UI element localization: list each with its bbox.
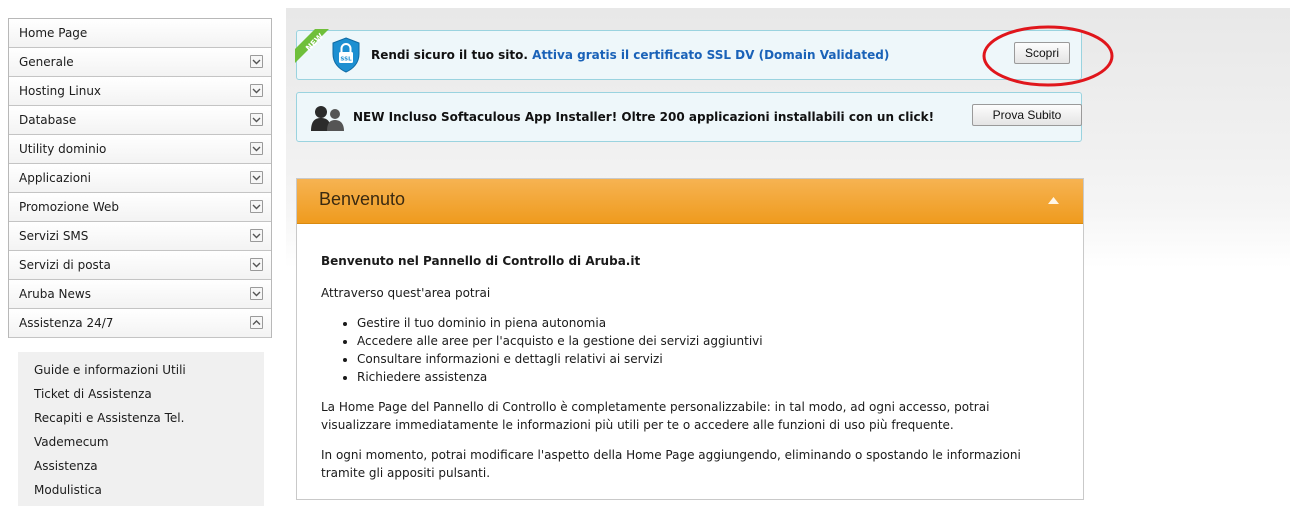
welcome-paragraph-2: In ogni momento, potrai modificare l'asp… <box>321 448 1021 480</box>
sidebar-item-database[interactable]: Database <box>9 106 271 135</box>
submenu-item[interactable]: Guide e informazioni Utili <box>18 358 264 382</box>
ssl-activate-link[interactable]: Attiva gratis il certificato SSL DV (Dom… <box>532 48 889 62</box>
softaculous-banner: NEW Incluso Softaculous App Installer! O… <box>296 92 1082 142</box>
sidebar-item-hosting-linux[interactable]: Hosting Linux <box>9 77 271 106</box>
sidebar-item-label: Database <box>19 113 77 127</box>
sidebar-item-assistenza-24-7[interactable]: Assistenza 24/7 <box>9 309 271 338</box>
submenu-item[interactable]: Vademecum <box>18 430 264 454</box>
sidebar-item-label: Generale <box>19 55 74 69</box>
chevron-up-icon[interactable] <box>250 316 263 329</box>
submenu-item[interactable]: Recapiti e Assistenza Tel. <box>18 406 264 430</box>
chevron-down-icon[interactable] <box>250 229 263 242</box>
welcome-bullet-list: Gestire il tuo dominio in piena autonomi… <box>321 314 1059 386</box>
welcome-paragraph-1: La Home Page del Pannello di Controllo è… <box>321 400 990 432</box>
sidebar-item-label: Promozione Web <box>19 200 120 214</box>
chevron-down-icon[interactable] <box>250 84 263 97</box>
welcome-bullet-item: Consultare informazioni e dettagli relat… <box>357 350 1059 368</box>
sidebar-item-aruba-news[interactable]: Aruba News <box>9 280 271 309</box>
welcome-intro: Attraverso quest'area potrai <box>321 286 491 300</box>
sidebar-item-label: Servizi SMS <box>19 229 89 243</box>
sidebar-item-label: Utility dominio <box>19 142 107 156</box>
sidebar-menu: Home Page Generale Hosting Linux Database Ut… <box>8 18 272 338</box>
chevron-down-icon[interactable] <box>250 142 263 155</box>
chevron-down-icon[interactable] <box>250 171 263 184</box>
chevron-down-icon[interactable] <box>250 258 263 271</box>
welcome-bullet-item: Accedere alle aree per l'acquisto e la g… <box>357 332 1059 350</box>
chevron-down-icon[interactable] <box>250 287 263 300</box>
sidebar-item-home-page[interactable]: Home Page <box>9 19 271 48</box>
sidebar-item-label: Applicazioni <box>19 171 91 185</box>
prova-subito-button[interactable]: Prova Subito <box>972 104 1082 126</box>
ssl-shield-icon: SSL <box>332 37 360 73</box>
chevron-down-icon[interactable] <box>250 200 263 213</box>
sidebar-item-label: Aruba News <box>19 287 91 301</box>
sidebar-item-utility-dominio[interactable]: Utility dominio <box>9 135 271 164</box>
welcome-panel-title: Benvenuto <box>319 189 406 209</box>
sidebar: Home Page Generale Hosting Linux Database Ut… <box>8 18 272 506</box>
submenu-item[interactable]: Assistenza <box>18 454 264 478</box>
welcome-bullet-item: Gestire il tuo dominio in piena autonomi… <box>357 314 1059 332</box>
sidebar-item-applicazioni[interactable]: Applicazioni <box>9 164 271 193</box>
ssl-banner-bold-text: Rendi sicuro il tuo sito. <box>371 48 528 62</box>
scopri-button[interactable]: Scopri <box>1014 42 1070 64</box>
collapse-up-icon[interactable] <box>1048 197 1059 204</box>
submenu-item[interactable]: Ticket di Assistenza <box>18 382 264 406</box>
sidebar-item-label: Home Page <box>19 26 88 40</box>
sidebar-item-promozione-web[interactable]: Promozione Web <box>9 193 271 222</box>
svg-text:SSL: SSL <box>340 57 352 63</box>
softaculous-banner-text: NEW Incluso Softaculous App Installer! O… <box>353 110 935 124</box>
ssl-banner-text: Rendi sicuro il tuo sito. Attiva gratis … <box>371 31 889 79</box>
sidebar-item-generale[interactable]: Generale <box>9 48 271 77</box>
chevron-down-icon[interactable] <box>250 113 263 126</box>
welcome-panel-header: Benvenuto <box>297 179 1083 224</box>
sidebar-item-label: Servizi di posta <box>19 258 111 272</box>
assistenza-submenu: Guide e informazioni Utili Ticket di Assi… <box>18 352 264 506</box>
welcome-panel: Benvenuto Benvenuto nel Pannello di Cont… <box>296 178 1084 500</box>
sidebar-item-servizi-sms[interactable]: Servizi SMS <box>9 222 271 251</box>
sidebar-item-label: Hosting Linux <box>19 84 102 98</box>
chevron-down-icon[interactable] <box>250 55 263 68</box>
main-content: NEW SSL Rendi sicuro il tuo sito. Attiva… <box>286 8 1290 500</box>
welcome-heading: Benvenuto nel Pannello di Controllo di A… <box>321 254 641 268</box>
ssl-banner: NEW SSL Rendi sicuro il tuo sito. Attiva… <box>295 29 1082 80</box>
welcome-bullet-item: Richiedere assistenza <box>357 368 1059 386</box>
sidebar-item-label: Assistenza 24/7 <box>19 316 114 330</box>
submenu-item[interactable]: Modulistica <box>18 478 264 502</box>
users-icon <box>311 106 344 131</box>
welcome-panel-body: Benvenuto nel Pannello di Controllo di A… <box>297 224 1083 482</box>
sidebar-item-servizi-di-posta[interactable]: Servizi di posta <box>9 251 271 280</box>
